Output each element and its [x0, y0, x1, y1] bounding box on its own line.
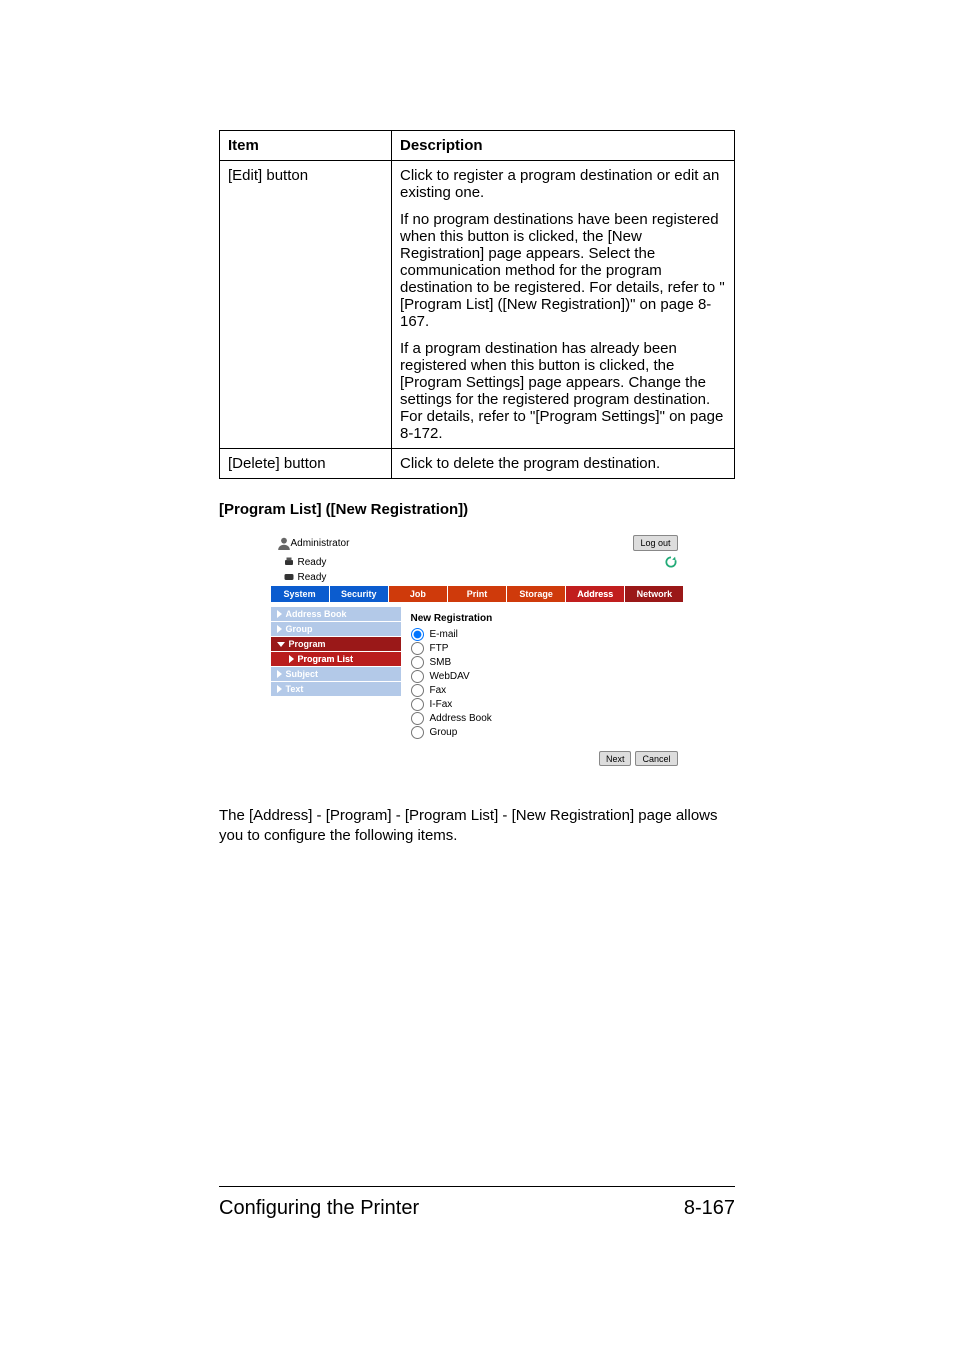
footer-page-number: 8-167	[684, 1197, 735, 1220]
footer-title: Configuring the Printer	[219, 1197, 419, 1220]
tab-job[interactable]: Job	[389, 586, 448, 602]
radio-label: I-Fax	[430, 699, 453, 710]
status-text: Ready	[298, 557, 327, 568]
radio-webdav[interactable]: WebDAV	[411, 669, 674, 683]
cancel-button[interactable]: Cancel	[635, 751, 677, 766]
tab-network[interactable]: Network	[625, 586, 683, 602]
status-text: Ready	[298, 572, 327, 583]
panel-title: New Registration	[411, 613, 674, 624]
cell-paragraph: Click to register a program destination …	[400, 167, 726, 201]
printer-icon	[283, 556, 295, 568]
admin-label: Administrator	[291, 538, 634, 549]
toner-icon	[283, 571, 295, 583]
radio-input[interactable]	[411, 712, 424, 725]
sidebar-item-group[interactable]: Group	[271, 622, 401, 637]
chevron-right-icon	[277, 625, 282, 633]
sidebar-item-text[interactable]: Text	[271, 682, 401, 697]
chevron-down-icon	[277, 642, 285, 647]
tab-security[interactable]: Security	[330, 586, 389, 602]
radio-smb[interactable]: SMB	[411, 655, 674, 669]
sidebar-item-label: Address Book	[286, 609, 347, 619]
tab-print[interactable]: Print	[448, 586, 507, 602]
cell-desc: Click to delete the program destination.	[392, 449, 735, 479]
section-heading: [Program List] ([New Registration])	[219, 501, 735, 518]
radio-input[interactable]	[411, 726, 424, 739]
embedded-screenshot: Administrator Log out Ready Ready System…	[271, 532, 684, 766]
radio-input[interactable]	[411, 656, 424, 669]
col-desc-header: Description	[392, 131, 735, 161]
tab-system[interactable]: System	[271, 586, 330, 602]
status-row-1: Ready	[271, 554, 684, 570]
screenshot-footer: Next Cancel	[271, 747, 684, 766]
cell-paragraph: If a program destination has already bee…	[400, 340, 726, 442]
refresh-icon[interactable]	[664, 555, 678, 569]
cell-paragraph: If no program destinations have been reg…	[400, 211, 726, 330]
content-panel: New Registration E-mail FTP SMB WebDAV F…	[401, 607, 684, 747]
radio-group[interactable]: Group	[411, 725, 674, 739]
cell-paragraph: Click to delete the program destination.	[400, 455, 726, 472]
sidebar-item-address-book[interactable]: Address Book	[271, 607, 401, 622]
sidebar-item-label: Group	[286, 624, 313, 634]
radio-ftp[interactable]: FTP	[411, 641, 674, 655]
radio-input[interactable]	[411, 684, 424, 697]
sidebar-item-label: Program List	[298, 654, 354, 664]
radio-ifax[interactable]: I-Fax	[411, 697, 674, 711]
sidebar-item-subject[interactable]: Subject	[271, 667, 401, 682]
sidebar-item-program-list[interactable]: Program List	[271, 652, 401, 667]
radio-label: WebDAV	[430, 671, 470, 682]
sidebar-item-label: Program	[289, 639, 326, 649]
logout-button[interactable]: Log out	[633, 535, 677, 551]
tab-storage[interactable]: Storage	[507, 586, 566, 602]
radio-label: FTP	[430, 643, 449, 654]
chevron-right-icon	[289, 655, 294, 663]
radio-email[interactable]: E-mail	[411, 627, 674, 641]
next-button[interactable]: Next	[599, 751, 632, 766]
screenshot-body: Address Book Group Program Program List …	[271, 606, 684, 747]
cell-item: [Delete] button	[220, 449, 392, 479]
page-footer: Configuring the Printer 8-167	[219, 1186, 735, 1220]
radio-label: SMB	[430, 657, 452, 668]
radio-fax[interactable]: Fax	[411, 683, 674, 697]
chevron-right-icon	[277, 670, 282, 678]
radio-label: Address Book	[430, 713, 492, 724]
screenshot-header: Administrator Log out	[271, 532, 684, 554]
radio-input[interactable]	[411, 670, 424, 683]
description-table: Item Description [Edit] button Click to …	[219, 130, 735, 479]
sidebar: Address Book Group Program Program List …	[271, 607, 401, 747]
tab-address[interactable]: Address	[566, 586, 625, 602]
table-row: [Delete] button Click to delete the prog…	[220, 449, 735, 479]
radio-addressbook[interactable]: Address Book	[411, 711, 674, 725]
radio-label: E-mail	[430, 629, 458, 640]
radio-input[interactable]	[411, 642, 424, 655]
caption-text: The [Address] - [Program] - [Program Lis…	[219, 806, 735, 847]
sidebar-item-label: Subject	[286, 669, 319, 679]
radio-input[interactable]	[411, 698, 424, 711]
user-icon	[277, 536, 291, 550]
radio-input[interactable]	[411, 628, 424, 641]
chevron-right-icon	[277, 610, 282, 618]
chevron-right-icon	[277, 685, 282, 693]
col-item-header: Item	[220, 131, 392, 161]
cell-desc: Click to register a program destination …	[392, 161, 735, 449]
sidebar-item-program[interactable]: Program	[271, 637, 401, 652]
table-row: [Edit] button Click to register a progra…	[220, 161, 735, 449]
radio-label: Group	[430, 727, 458, 738]
tabs-row: System Security Job Print Storage Addres…	[271, 586, 684, 602]
cell-item: [Edit] button	[220, 161, 392, 449]
status-row-2: Ready	[271, 570, 684, 584]
footer-rule	[219, 1186, 735, 1187]
sidebar-item-label: Text	[286, 684, 304, 694]
radio-label: Fax	[430, 685, 447, 696]
